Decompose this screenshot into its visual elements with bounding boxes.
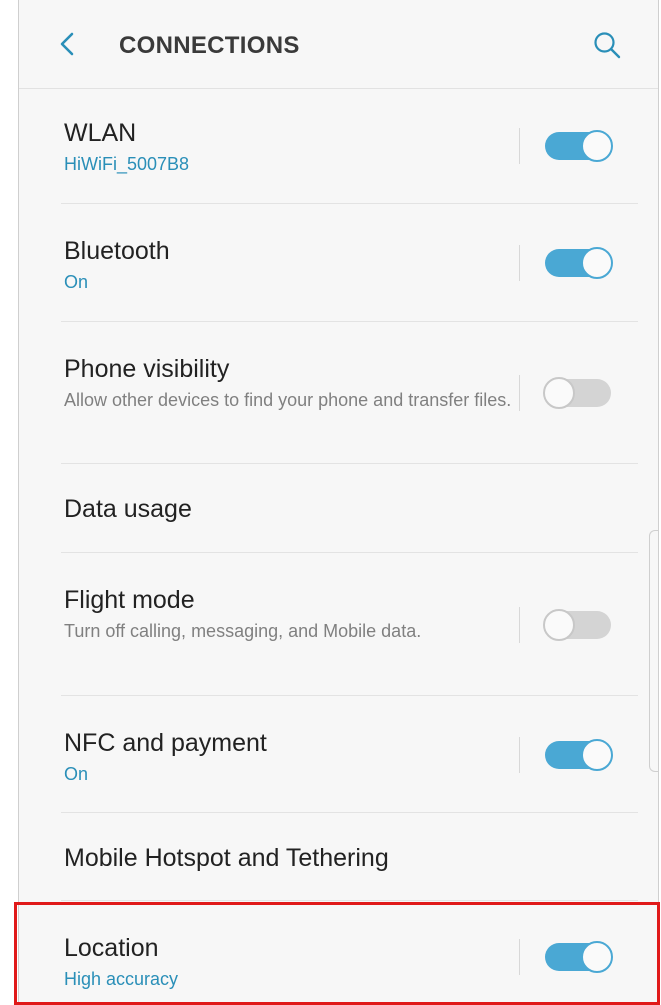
toggle-area [518, 88, 658, 204]
list-item-title: Bluetooth [64, 237, 170, 265]
divider-vertical [519, 736, 520, 773]
divider-vertical [519, 245, 520, 281]
list-item-wlan[interactable]: WLAN HiWiFi_5007B8 [19, 88, 658, 204]
toggle-knob [581, 738, 613, 771]
list-item-nfc-and-payment[interactable]: NFC and payment On [19, 696, 658, 813]
chevron-left-icon[interactable] [55, 30, 79, 58]
flight-mode-toggle[interactable] [543, 608, 611, 641]
search-icon[interactable] [592, 30, 622, 60]
toggle-knob [581, 247, 613, 279]
divider-vertical [519, 939, 520, 975]
toggle-knob [543, 377, 575, 409]
location-toggle[interactable] [545, 941, 613, 973]
list-item-title: WLAN [64, 119, 137, 147]
toggle-knob [581, 941, 613, 973]
divider-vertical [519, 606, 520, 643]
app-header: CONNECTIONS [19, 0, 658, 89]
toggle-knob [543, 608, 575, 641]
wlan-toggle[interactable] [545, 130, 613, 162]
list-item-mobile-hotspot-and-tethering[interactable]: Mobile Hotspot and Tethering [19, 813, 658, 901]
list-item-flight-mode[interactable]: Flight mode Turn off calling, messaging,… [19, 553, 658, 696]
toggle-area [518, 901, 658, 1005]
list-item-subtitle: On [64, 764, 89, 784]
list-item-subtitle: HiWiFi_5007B8 [64, 154, 190, 174]
list-item-phone-visibility[interactable]: Phone visibility Allow other devices to … [19, 322, 658, 464]
settings-list: WLAN HiWiFi_5007B8 Bluetooth On Phone vi… [19, 88, 658, 1005]
list-item-data-usage[interactable]: Data usage [19, 464, 658, 553]
list-item-title: Data usage [64, 495, 192, 523]
divider-vertical [519, 128, 520, 164]
phone-visibility-toggle[interactable] [543, 377, 611, 409]
toggle-knob [581, 130, 613, 162]
list-item-title: Mobile Hotspot and Tethering [64, 844, 389, 872]
toggle-area [518, 322, 658, 464]
toggle-area [518, 204, 658, 322]
nfc-toggle[interactable] [545, 738, 613, 771]
list-item-title: Location [64, 934, 159, 962]
list-item-subtitle: On [64, 272, 89, 292]
toggle-area [518, 696, 658, 813]
list-item-subtitle: Allow other devices to find your phone a… [64, 390, 512, 410]
divider-vertical [519, 375, 520, 411]
list-item-title: Flight mode [64, 586, 195, 614]
list-item-title: NFC and payment [64, 729, 267, 757]
list-item-location[interactable]: Location High accuracy [19, 901, 658, 1005]
list-item-title: Phone visibility [64, 355, 230, 383]
bluetooth-toggle[interactable] [545, 247, 613, 279]
connections-screen: CONNECTIONS WLAN HiWiFi_5007B8 Bluetooth… [18, 0, 659, 1005]
scroll-indicator[interactable] [649, 530, 658, 772]
list-item-bluetooth[interactable]: Bluetooth On [19, 204, 658, 322]
page-title: CONNECTIONS [119, 32, 300, 59]
list-item-subtitle: Turn off calling, messaging, and Mobile … [64, 621, 422, 641]
toggle-area [518, 553, 658, 696]
list-item-subtitle: High accuracy [64, 969, 179, 989]
